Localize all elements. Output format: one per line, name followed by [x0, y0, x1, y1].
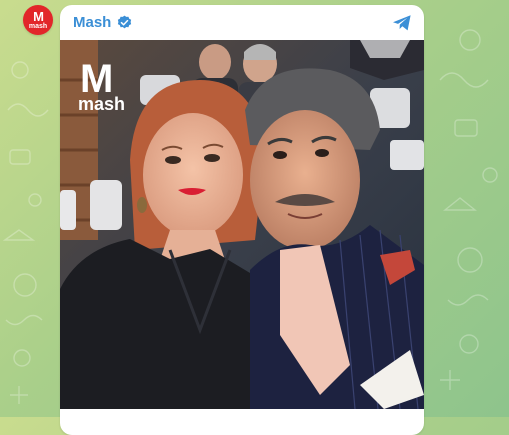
verified-badge-icon: [117, 15, 132, 30]
post-photo[interactable]: M mash: [60, 40, 424, 409]
channel-name[interactable]: Mash: [73, 14, 111, 31]
watermark-logo-word: mash: [78, 94, 125, 114]
channel-avatar[interactable]: M mash: [23, 5, 53, 35]
avatar-logo-letter: M: [33, 8, 44, 24]
message-header: Mash: [60, 5, 424, 40]
avatar-logo-word: mash: [28, 22, 48, 30]
telegram-share-icon[interactable]: [392, 14, 412, 32]
message-bubble: Mash M mash: [60, 5, 424, 435]
